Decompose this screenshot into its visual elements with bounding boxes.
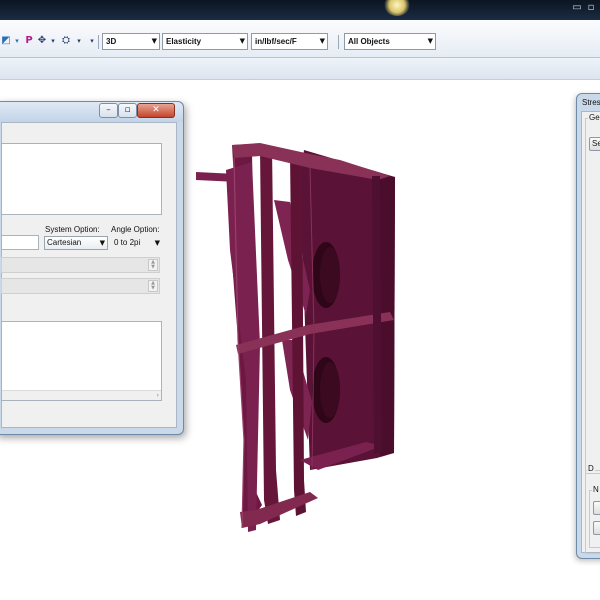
minimize-icon[interactable]: ▭ <box>571 3 583 13</box>
dialog-title-bar[interactable]: – ▫ ✕ <box>0 102 183 122</box>
output-list[interactable]: › <box>1 321 162 401</box>
angle-option-value: 0 to 2pi <box>114 238 141 247</box>
chevron-down-icon: ▼ <box>239 37 245 45</box>
section-tool-icon[interactable]: ⛭ <box>60 35 72 47</box>
spin-arrows-icon: ▲ ▼ <box>148 280 158 292</box>
toolbar-row: ◩ ▾ P ✥ ▾ ⛭ ▾ ▾ 3D ▼ Elasticity ▼ in/lbf… <box>0 33 600 51</box>
minimize-button[interactable]: – <box>99 103 118 118</box>
analysis-type-value: Elasticity <box>166 37 202 46</box>
dropdown-arrow-icon[interactable]: ▾ <box>47 35 59 47</box>
stress-dialog-title: Stres <box>582 98 600 107</box>
nodes-groupbox <box>589 490 600 548</box>
dialog-body: System Option: Angle Option: Cartesian ▼… <box>1 122 177 428</box>
angle-option-select[interactable]: 0 to 2pi ▼ <box>111 236 163 250</box>
probe-icon[interactable]: P <box>23 35 35 47</box>
maximize-icon[interactable]: ▫ <box>585 3 597 13</box>
scroll-right-icon[interactable]: › <box>157 391 159 400</box>
general-groupbox <box>585 118 600 474</box>
nodes-option-1[interactable] <box>593 501 600 515</box>
model-upper-hole-inner <box>320 247 340 303</box>
maximize-button[interactable]: ▫ <box>118 103 137 118</box>
chevron-down-icon: ▼ <box>99 239 105 247</box>
select-button-label: Se <box>592 139 600 148</box>
dropdown-arrow-icon[interactable]: ▾ <box>73 35 85 47</box>
title-bar: ▭ ▫ <box>0 0 600 20</box>
spin-arrows-icon: ▲ ▼ <box>148 259 158 271</box>
general-tab-label: Ge <box>588 113 600 122</box>
view-mode-value: 3D <box>106 37 117 46</box>
coordinate-system-dialog[interactable]: – ▫ ✕ System Option: Angle Option: Carte… <box>0 101 184 435</box>
object-filter-select[interactable]: All Objects ▼ <box>344 33 436 50</box>
secondary-toolbar <box>0 58 600 80</box>
angle-option-label: Angle Option: <box>111 225 160 234</box>
axis-field: ▲ ▼ <box>1 278 160 294</box>
name-input[interactable] <box>1 235 39 250</box>
model-lower-hole-inner <box>320 362 340 418</box>
units-select[interactable]: in/lbf/sec/F ▼ <box>251 33 328 50</box>
chevron-down-icon: ▼ <box>154 239 160 247</box>
view-mode-select[interactable]: 3D ▼ <box>102 33 160 50</box>
app-logo-icon <box>384 0 410 16</box>
dropdown-arrow-icon[interactable]: ▾ <box>86 35 98 47</box>
system-option-value: Cartesian <box>47 238 82 247</box>
main-toolbar: ◩ ▾ P ✥ ▾ ⛭ ▾ ▾ 3D ▼ Elasticity ▼ in/lbf… <box>0 20 600 58</box>
3d-model[interactable] <box>190 140 402 535</box>
dropdown-arrow-icon[interactable]: ▾ <box>11 35 23 47</box>
object-filter-value: All Objects <box>348 37 390 46</box>
system-option-label: System Option: <box>45 225 100 234</box>
chevron-down-icon: ▼ <box>151 37 157 45</box>
chevron-down-icon: ▼ <box>427 37 433 45</box>
select-button[interactable]: Se <box>589 137 600 151</box>
analysis-type-select[interactable]: Elasticity ▼ <box>162 33 248 50</box>
description-textbox[interactable] <box>1 143 162 215</box>
nodes-group-label: N <box>592 485 600 494</box>
system-option-select[interactable]: Cartesian ▼ <box>44 236 108 250</box>
stress-dialog-body: Ge Se D N <box>581 111 600 554</box>
toolbar-separator <box>98 35 99 49</box>
toolbar-separator <box>338 35 339 49</box>
nodes-option-2[interactable] <box>593 521 600 535</box>
display-group-label: D <box>587 464 595 473</box>
horizontal-scrollbar[interactable]: › <box>2 390 161 400</box>
stress-dialog[interactable]: Stres Ge Se D N <box>576 93 600 559</box>
units-value: in/lbf/sec/F <box>255 37 297 46</box>
close-button[interactable]: ✕ <box>137 103 175 118</box>
chevron-down-icon: ▼ <box>319 37 325 45</box>
origin-field: ▲ ▼ <box>1 257 160 273</box>
